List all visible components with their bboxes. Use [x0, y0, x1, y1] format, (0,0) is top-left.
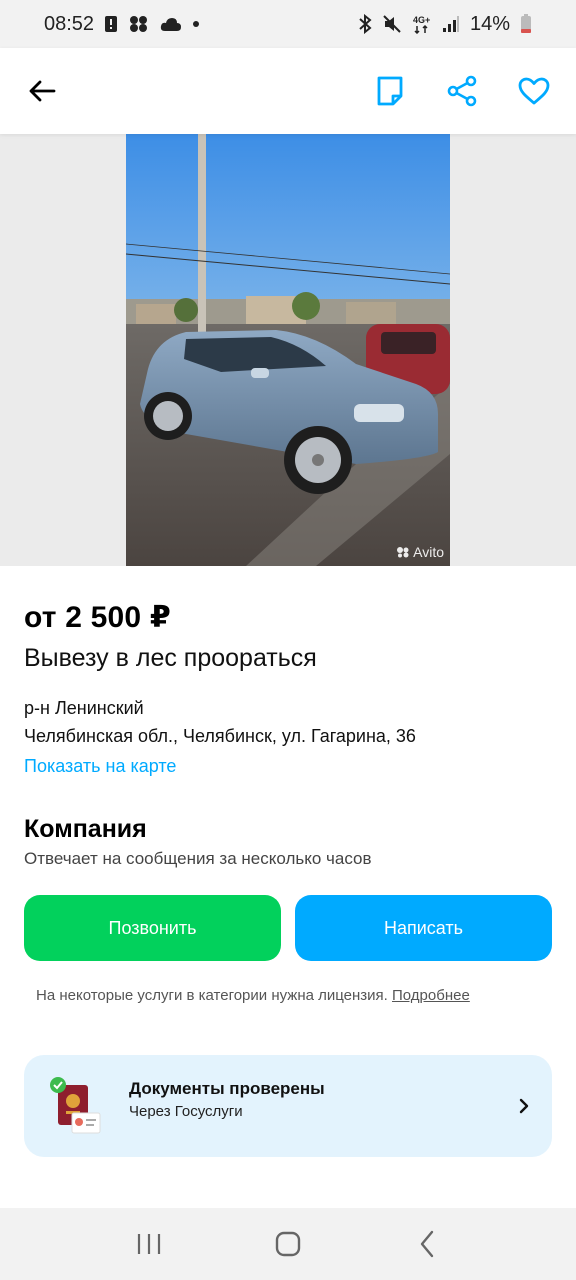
dot-icon [192, 20, 200, 28]
status-time: 08:52 [44, 12, 95, 35]
show-on-map-link[interactable]: Показать на карте [24, 756, 176, 777]
listing-price: от 2 500 ₽ [24, 601, 171, 634]
arrow-left-icon[interactable] [24, 73, 60, 109]
call-button[interactable]: Позвонить [24, 895, 281, 961]
listing-district: р-н Ленинский [24, 698, 144, 718]
share-icon[interactable] [444, 73, 480, 109]
seller-name[interactable]: Компания [24, 815, 147, 844]
recent-apps-icon[interactable] [129, 1224, 169, 1264]
battery-icon [520, 14, 532, 34]
home-icon[interactable] [268, 1224, 308, 1264]
passport-icon [46, 1077, 106, 1137]
license-more-link[interactable]: Подробнее [392, 987, 470, 1004]
back-nav-icon[interactable] [407, 1224, 447, 1264]
chevron-right-icon [516, 1095, 532, 1117]
app-bar [0, 48, 576, 134]
note-icon[interactable] [372, 73, 408, 109]
mute-icon [382, 14, 402, 34]
documents-subtitle: Через Госуслуги [129, 1103, 243, 1120]
documents-verified-card[interactable]: Документы проверены Через Госуслуги [24, 1055, 552, 1157]
heart-icon[interactable] [516, 73, 552, 109]
listing-address: Челябинская обл., Челябинск, ул. Гагарин… [24, 726, 416, 746]
system-nav-bar [0, 1208, 576, 1280]
4g-icon: 4G+ [412, 14, 432, 34]
apps-icon [128, 15, 150, 33]
bluetooth-icon [358, 14, 372, 34]
documents-title: Документы проверены [129, 1079, 325, 1098]
svg-text:4G+: 4G+ [413, 15, 430, 25]
cloud-icon [160, 16, 182, 32]
battery-percent: 14% [469, 12, 510, 35]
avito-watermark: Avito [396, 544, 444, 560]
status-bar: 08:52 4G+ 14% [0, 0, 576, 48]
signal-icon [442, 15, 460, 33]
license-note: На некоторые услуги в категории нужна ли… [36, 987, 470, 1004]
listing-title: Вывезу в лес проораться [24, 644, 317, 672]
watermark-text: Avito [413, 544, 444, 560]
seller-response-time: Отвечает на сообщения за несколько часов [24, 849, 372, 868]
license-text: На некоторые услуги в категории нужна ли… [36, 987, 388, 1004]
listing-photo[interactable]: Avito [126, 134, 450, 566]
alert-icon [104, 15, 118, 33]
write-button[interactable]: Написать [295, 895, 552, 961]
photo-gallery[interactable]: Avito [0, 134, 576, 566]
